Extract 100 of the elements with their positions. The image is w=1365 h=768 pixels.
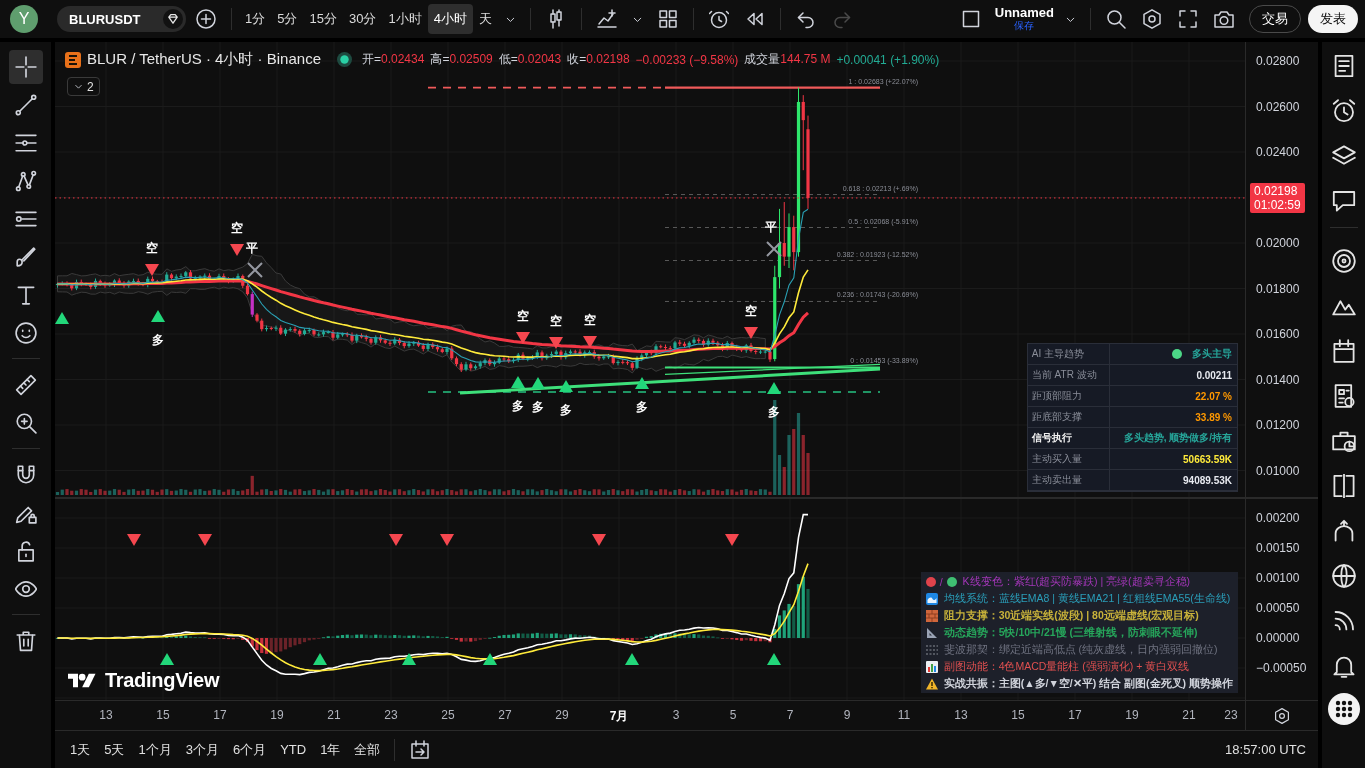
price-axis-label: 0.01200	[1256, 418, 1300, 432]
ruler-icon[interactable]	[14, 374, 37, 396]
price-axis-label: 0.00100	[1256, 571, 1300, 585]
time-axis-label: 11	[897, 708, 911, 722]
trend-line-icon[interactable]	[14, 94, 37, 116]
bell-icon[interactable]	[1331, 654, 1356, 678]
warning-icon	[925, 677, 938, 690]
brick-wall-icon	[925, 609, 938, 622]
apps-grid-icon[interactable]	[1327, 693, 1360, 725]
price-axis-label: 0.02800	[1256, 54, 1300, 68]
last-price: 0.02198	[1254, 183, 1299, 198]
smiley-icon[interactable]	[14, 322, 37, 344]
time-axis-label: 7月	[609, 708, 629, 725]
search-icon[interactable]	[1106, 9, 1126, 29]
price-axis-label: 0.01000	[1256, 463, 1300, 478]
undo-icon[interactable]	[795, 9, 816, 29]
interval-button[interactable]: 天	[472, 4, 498, 34]
symbol-search[interactable]: BLURUSDT	[57, 6, 186, 32]
price-axis-label: 0.01800	[1256, 281, 1300, 296]
dashed-lines-icon	[925, 643, 938, 656]
time-axis-label: 7	[786, 708, 794, 722]
tool-button[interactable]	[8, 50, 43, 84]
price-axis-label: 0.00150	[1256, 541, 1300, 555]
time-axis-label: 13	[954, 708, 968, 722]
crosshair-icon[interactable]	[14, 56, 37, 78]
note-text: 斐波那契：绑定近端高低点 (纯灰虚线，日内强弱回撤位)	[943, 642, 1218, 657]
calendar-icon[interactable]	[1331, 339, 1356, 363]
add-symbol-icon[interactable]	[196, 9, 216, 29]
time-axis-label: 19	[270, 708, 284, 722]
interval-button[interactable]: 5分	[271, 4, 304, 34]
countdown-timer: 01:02:59	[1254, 197, 1301, 212]
range-button[interactable]: 全部	[347, 736, 388, 763]
price-axis-label: 0.01400	[1256, 372, 1300, 387]
note-text: 阻力支撑：30近端实线(波段) | 80远端虚线(宏观目标)	[943, 608, 1199, 623]
square-icon[interactable]	[960, 9, 981, 29]
time-axis-label: 21	[1182, 708, 1196, 722]
price-axis-label: 0.00000	[1256, 631, 1300, 645]
dot-icon	[925, 576, 936, 587]
split-view-icon[interactable]	[1331, 474, 1356, 498]
note-text: 均线系统：蓝线EMA8 | 黄线EMA21 | 红粗线EMA55(生命线)	[943, 591, 1231, 606]
note-text: 副图动能：4色MACD量能柱 (强弱演化) + 黄白双线	[943, 659, 1190, 674]
magnet-icon[interactable]	[14, 464, 37, 486]
time-axis-label: 3	[672, 708, 680, 722]
layers-icon[interactable]	[1331, 144, 1356, 168]
range-button[interactable]: 3个月	[178, 736, 226, 763]
globe-icon[interactable]	[1331, 564, 1356, 588]
note-text: 动态趋势：5快/10中/21慢 (三维射线，防刺眼不延伸)	[943, 625, 1198, 640]
price-axis-label: 0.00200	[1256, 511, 1300, 525]
time-axis-label: 9	[843, 708, 851, 722]
trash-icon[interactable]	[14, 630, 37, 652]
note-text: 实战共振：主图(▲多/▼空/✕平) 结合 副图(金死叉) 顺势操作	[943, 676, 1233, 691]
alarm-clock-icon[interactable]	[708, 9, 729, 29]
interval-button[interactable]: 4小时	[427, 4, 473, 34]
time-axis-label: 27	[498, 708, 512, 722]
brush-icon[interactable]	[14, 246, 37, 268]
briefcase-icon[interactable]	[1331, 429, 1356, 453]
interval-button[interactable]: 30分	[342, 4, 383, 34]
layout-name-button[interactable]: Unnamed 保存	[994, 6, 1054, 32]
header-button[interactable]: 发表	[1308, 5, 1358, 33]
time-axis-label: 13	[99, 708, 113, 722]
time-axis-label: 19	[1125, 708, 1139, 722]
price-axis-label: 0.02400	[1256, 145, 1300, 159]
settings-icon[interactable]	[1274, 707, 1290, 724]
range-button[interactable]: 6个月	[225, 736, 274, 763]
bar-chart-icon	[925, 660, 938, 673]
calendar-arrow-icon[interactable]	[410, 739, 431, 760]
timezone-clock[interactable]: 18:57:00 UTC	[1225, 742, 1306, 757]
fullscreen-icon[interactable]	[1178, 9, 1198, 29]
range-button[interactable]: 5天	[97, 736, 132, 763]
target-icon[interactable]	[1331, 249, 1356, 273]
interval-button[interactable]: 1小时	[382, 4, 428, 34]
zoom-in-icon[interactable]	[14, 412, 37, 434]
grid-icon[interactable]	[657, 9, 678, 29]
interval-button[interactable]: 15分	[303, 4, 343, 34]
note-text: K线变色：紫红(超买防暴跌) | 亮绿(超卖寻企稳)	[962, 574, 1191, 589]
range-button[interactable]: YTD	[273, 736, 314, 763]
time-axis-label: 23	[384, 708, 398, 722]
range-button[interactable]: 1天	[63, 736, 98, 763]
price-axis-label: 0.01600	[1256, 327, 1300, 341]
price-axis-label: 0.02000	[1256, 236, 1300, 250]
time-axis-label: 21	[327, 708, 341, 722]
horizontal-lines-icon[interactable]	[14, 132, 37, 154]
range-button[interactable]: 1年	[313, 736, 348, 763]
chat-icon[interactable]	[1331, 189, 1356, 213]
eye-icon[interactable]	[14, 578, 37, 600]
dot-icon	[946, 576, 957, 587]
time-axis-label: 23	[1224, 708, 1238, 722]
price-axis-label: 0.02600	[1256, 99, 1300, 114]
price-axis-label: −0.00050	[1256, 661, 1307, 675]
gem-icon	[163, 9, 183, 29]
line-chart-plus-icon[interactable]	[596, 9, 617, 29]
interval-button[interactable]: 1分	[239, 4, 272, 34]
wave-icon	[925, 592, 938, 605]
alarm-clock-icon[interactable]	[1331, 99, 1356, 123]
settings-icon[interactable]	[1142, 9, 1162, 29]
range-button[interactable]: 1个月	[131, 736, 179, 763]
time-axis-label: 29	[555, 708, 569, 722]
zigzag-icon[interactable]	[14, 170, 37, 192]
time-axis-label: 5	[729, 708, 737, 722]
camera-icon[interactable]	[1214, 9, 1234, 29]
